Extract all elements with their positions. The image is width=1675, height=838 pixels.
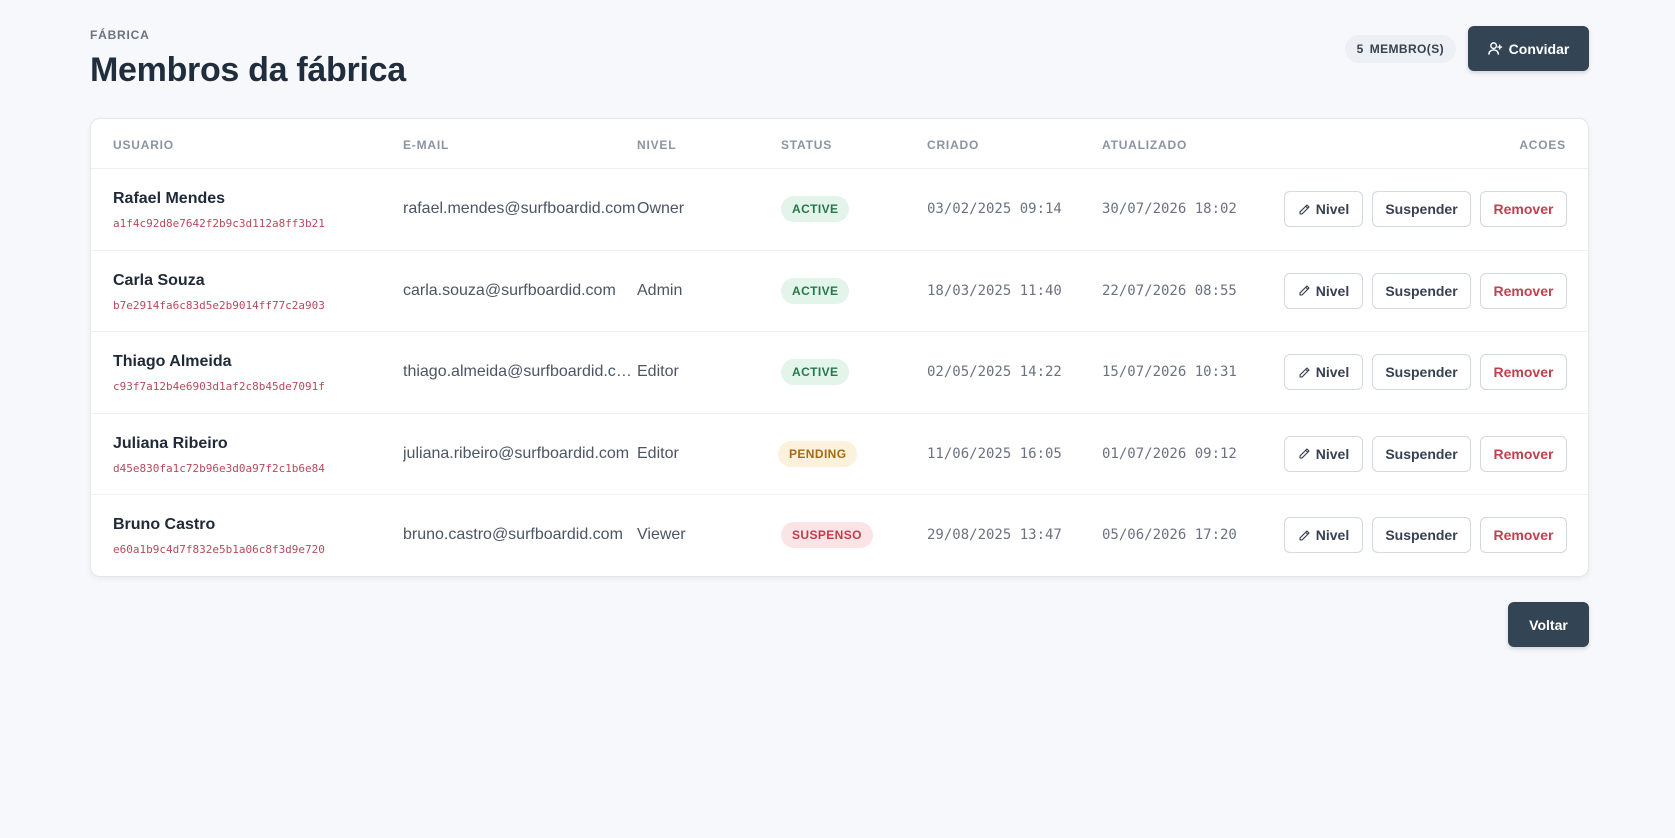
updated-date: 05/06/2026 17:20: [1102, 527, 1237, 544]
remove-button[interactable]: Remover: [1480, 435, 1567, 472]
updated-date: 30/07/2026 18:02: [1102, 201, 1237, 217]
user-email: carla.souza@surfboardid.com: [403, 281, 616, 299]
user-name: Thiago Almeida: [113, 353, 232, 371]
created-date: 18/03/2025 11:40: [927, 282, 1062, 299]
table-row: Thiago Almeida c93f7a12b4e6903d1af2c8b45…: [91, 332, 1588, 414]
table-row: Rafael Mendes a1f4c92d8e7642f2b9c3d112a8…: [91, 169, 1588, 251]
row-actions: Nivel Suspender Remover: [1284, 272, 1567, 309]
member-count-label: MEMBRO(S): [1369, 41, 1444, 56]
status-badge: ACTIVE: [781, 277, 850, 304]
edit-level-label: Nivel: [1315, 445, 1350, 462]
pencil-icon: [1298, 284, 1311, 297]
user-level: Admin: [637, 281, 683, 299]
invite-button[interactable]: Convidar: [1468, 26, 1589, 71]
user-name: Juliana Ribeiro: [113, 434, 228, 452]
suspend-button[interactable]: Suspender: [1372, 191, 1471, 227]
edit-level-button[interactable]: Nivel: [1284, 272, 1363, 309]
pencil-icon: [1298, 366, 1311, 379]
user-email: rafael.mendes@surfboardid.com: [403, 200, 636, 217]
user-id: c93f7a12b4e6903d1af2c8b45de7091f: [113, 380, 325, 394]
table-row: Carla Souza b7e2914fa6c83d5e2b9014ff77c2…: [91, 251, 1588, 333]
user-name: Bruno Castro: [113, 516, 216, 534]
created-date: 02/05/2025 14:22: [927, 364, 1062, 381]
status-badge: ACTIVE: [781, 196, 850, 222]
user-level: Viewer: [637, 526, 686, 544]
user-email: juliana.ribeiro@surfboardid.com: [403, 444, 630, 462]
remove-button[interactable]: Remover: [1480, 272, 1567, 309]
pencil-icon: [1298, 529, 1311, 542]
status-badge: PENDING: [778, 440, 858, 467]
row-actions: Nivel Suspender Remover: [1284, 354, 1567, 391]
created-date: 11/06/2025 16:05: [927, 445, 1062, 462]
remove-button[interactable]: Remover: [1480, 354, 1567, 391]
user-id: b7e2914fa6c83d5e2b9014ff77c2a903: [113, 298, 325, 312]
row-actions: Nivel Suspender Remover: [1284, 191, 1567, 227]
table-row: Bruno Castro e60a1b9c4d7f832e5b1a06c8f3d…: [91, 495, 1588, 577]
user-name: Carla Souza: [113, 271, 205, 289]
back-button[interactable]: Voltar: [1508, 602, 1589, 647]
suspend-button[interactable]: Suspender: [1372, 517, 1471, 554]
user-id: e60a1b9c4d7f832e5b1a06c8f3d9e720: [113, 543, 325, 557]
table-row: Juliana Ribeiro d45e830fa1c72b96e3d0a97f…: [91, 414, 1588, 496]
user-level: Editor: [637, 444, 679, 462]
invite-button-label: Convidar: [1508, 40, 1570, 57]
remove-button[interactable]: Remover: [1480, 191, 1567, 227]
column-header-status: STATUS: [781, 138, 833, 152]
edit-level-label: Nivel: [1315, 527, 1350, 544]
table-header: USUARIO E-MAIL NIVEL STATUS CRIADO ATUAL…: [91, 119, 1588, 169]
user-name: Rafael Mendes: [113, 190, 226, 207]
user-level: Editor: [637, 363, 679, 381]
column-header-actions: ACOES: [1519, 138, 1566, 152]
created-date: 03/02/2025 09:14: [927, 201, 1062, 217]
edit-level-label: Nivel: [1315, 364, 1350, 381]
row-actions: Nivel Suspender Remover: [1284, 517, 1567, 554]
user-id: a1f4c92d8e7642f2b9c3d112a8ff3b21: [113, 217, 325, 230]
remove-button[interactable]: Remover: [1480, 517, 1567, 554]
user-email: thiago.almeida@surfboardid.com: [403, 363, 636, 381]
edit-level-button[interactable]: Nivel: [1284, 354, 1363, 391]
member-count-badge: 5 MEMBRO(S): [1344, 34, 1456, 63]
suspend-button[interactable]: Suspender: [1372, 354, 1471, 391]
user-id: d45e830fa1c72b96e3d0a97f2c1b6e84: [113, 461, 325, 475]
edit-level-button[interactable]: Nivel: [1284, 435, 1363, 472]
updated-date: 15/07/2026 10:31: [1102, 364, 1237, 381]
edit-level-label: Nivel: [1315, 282, 1350, 299]
column-header-level: NIVEL: [637, 138, 677, 152]
updated-date: 01/07/2026 09:12: [1102, 445, 1237, 462]
edit-level-button[interactable]: Nivel: [1284, 517, 1363, 554]
pencil-icon: [1298, 447, 1311, 460]
row-actions: Nivel Suspender Remover: [1284, 435, 1567, 472]
status-badge: SUSPENSO: [781, 522, 873, 549]
pencil-icon: [1298, 203, 1311, 216]
edit-level-button[interactable]: Nivel: [1284, 191, 1363, 227]
page-header: FÁBRICA Membros da fábrica 5 MEMBRO(S) C…: [90, 0, 1589, 118]
column-header-user: USUARIO: [113, 138, 174, 152]
status-badge: ACTIVE: [781, 359, 850, 386]
user-plus-icon: [1487, 41, 1503, 56]
members-table: USUARIO E-MAIL NIVEL STATUS CRIADO ATUAL…: [90, 118, 1589, 577]
suspend-button[interactable]: Suspender: [1372, 272, 1471, 309]
created-date: 29/08/2025 13:47: [927, 527, 1062, 544]
suspend-button[interactable]: Suspender: [1372, 435, 1471, 472]
member-count-value: 5: [1356, 41, 1364, 56]
breadcrumb: FÁBRICA: [90, 28, 150, 42]
column-header-created: CRIADO: [927, 138, 980, 152]
edit-level-label: Nivel: [1315, 201, 1350, 217]
page-title: Membros da fábrica: [90, 51, 406, 89]
user-level: Owner: [637, 200, 685, 217]
header-actions: 5 MEMBRO(S) Convidar: [1344, 26, 1589, 71]
page: FÁBRICA Membros da fábrica 5 MEMBRO(S) C…: [90, 0, 1589, 647]
column-header-email: E-MAIL: [403, 138, 450, 152]
updated-date: 22/07/2026 08:55: [1102, 282, 1237, 299]
footer-actions: Voltar: [1508, 602, 1589, 647]
user-email: bruno.castro@surfboardid.com: [403, 526, 623, 544]
column-header-updated: ATUALIZADO: [1102, 138, 1188, 152]
